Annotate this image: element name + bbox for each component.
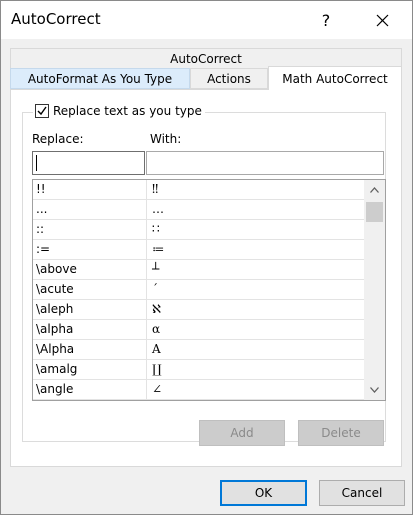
chevron-down-icon (370, 387, 379, 393)
replace-label: Replace: (32, 132, 84, 146)
with-cell: ´ (152, 282, 158, 296)
replace-cell: \Alpha (33, 340, 147, 360)
list-item[interactable]: \angle ∠ (33, 380, 364, 400)
with-cell: ℵ (152, 302, 161, 316)
with-cell: … (152, 202, 164, 216)
close-button[interactable] (359, 1, 405, 39)
replace-text-checkbox[interactable] (35, 104, 49, 118)
list-item[interactable]: ... … (33, 200, 364, 220)
with-cell: ∐ (152, 362, 162, 376)
with-label: With: (150, 132, 182, 146)
with-cell: α (152, 322, 161, 336)
replace-input[interactable] (32, 151, 145, 175)
tab-autoformat-as-you-type[interactable]: AutoFormat As You Type (10, 68, 190, 89)
tab-math-autocorrect[interactable]: Math AutoCorrect (268, 66, 402, 90)
text-caret (36, 155, 37, 171)
with-cell: ≔ (152, 242, 165, 256)
with-cell: ∠ (152, 382, 163, 396)
with-cell: ‼ (152, 182, 159, 196)
checkmark-icon (37, 106, 47, 116)
replace-text-checkbox-row[interactable]: Replace text as you type (33, 104, 205, 118)
list-item[interactable]: := ≔ (33, 240, 364, 260)
tab-actions[interactable]: Actions (190, 68, 268, 89)
list-item[interactable]: \aleph ℵ (33, 300, 364, 320)
replace-cell: :: (33, 220, 147, 240)
delete-button[interactable]: Delete (298, 420, 384, 446)
ok-button[interactable]: OK (220, 480, 307, 506)
with-cell: Α (152, 342, 161, 356)
autocorrect-dialog: AutoCorrect ? AutoCorrect AutoFormat As … (0, 0, 413, 515)
replace-cell: \aleph (33, 300, 147, 320)
replace-cell: ... (33, 200, 147, 220)
tab-autocorrect[interactable]: AutoCorrect (10, 48, 402, 68)
list-scrollbar[interactable] (364, 180, 385, 400)
list-item[interactable]: \acute ´ (33, 280, 364, 300)
list-item[interactable]: !! ‼ (33, 180, 364, 200)
replace-cell: \above (33, 260, 147, 280)
scrollbar-thumb[interactable] (366, 202, 383, 222)
close-icon (376, 14, 388, 26)
help-icon: ? (321, 10, 331, 30)
list-item[interactable]: \amalg ∐ (33, 360, 364, 380)
replace-cell: \amalg (33, 360, 147, 380)
replace-cell: \acute (33, 280, 147, 300)
dialog-title: AutoCorrect (11, 10, 101, 28)
list-item[interactable]: \alpha α (33, 320, 364, 340)
replace-cell: \alpha (33, 320, 147, 340)
cancel-button[interactable]: Cancel (319, 480, 405, 506)
scroll-up-button[interactable] (364, 180, 385, 200)
list-item[interactable]: \Alpha Α (33, 340, 364, 360)
autocorrect-entries-list[interactable]: !! ‼ ... … :: ∷ := ≔ \above ┴ \acute ´ \… (32, 179, 386, 401)
replace-text-label: Replace text as you type (53, 104, 202, 118)
chevron-up-icon (370, 187, 379, 193)
with-cell: ┴ (152, 262, 160, 276)
help-button[interactable]: ? (303, 1, 349, 39)
list-item[interactable]: \above ┴ (33, 260, 364, 280)
replace-cell: := (33, 240, 147, 260)
add-button[interactable]: Add (199, 420, 285, 446)
with-input[interactable] (146, 151, 384, 175)
replace-cell: \angle (33, 380, 147, 400)
scroll-down-button[interactable] (364, 380, 385, 400)
replace-cell: !! (33, 180, 147, 200)
title-bar: AutoCorrect ? (1, 1, 412, 39)
list-item[interactable]: :: ∷ (33, 220, 364, 240)
math-autocorrect-panel: Replace text as you type Replace: With: … (10, 89, 402, 467)
with-cell: ∷ (152, 222, 160, 236)
